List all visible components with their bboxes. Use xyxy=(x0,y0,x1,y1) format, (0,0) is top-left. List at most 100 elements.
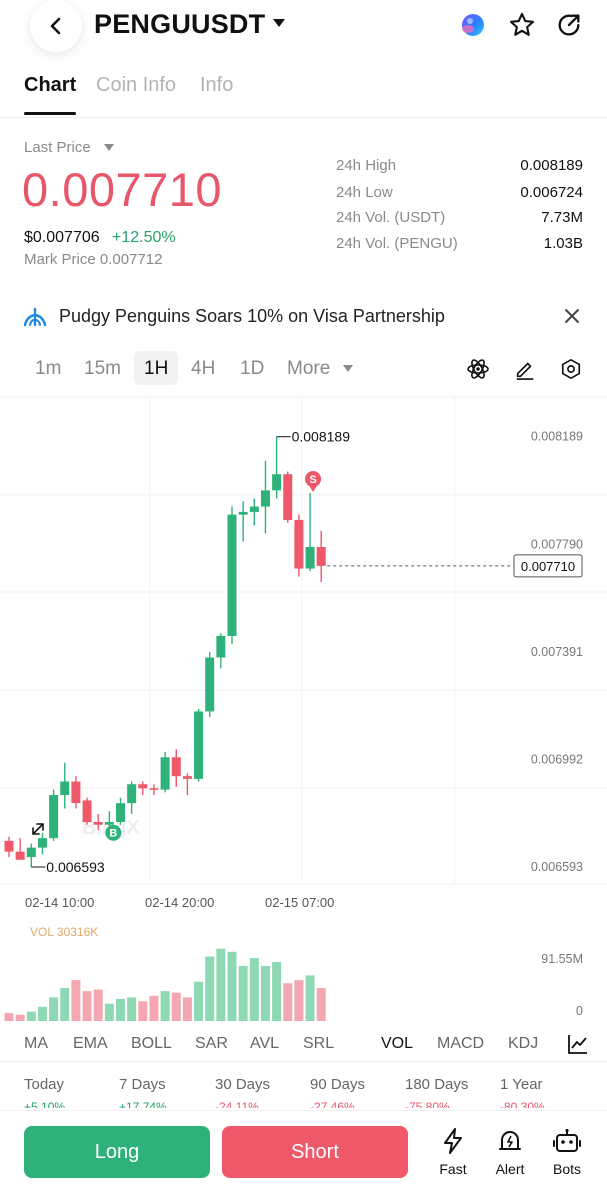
volume-bar xyxy=(249,958,259,1021)
candle-body xyxy=(60,781,70,796)
perf-value-1y: -80.30% xyxy=(500,1100,545,1108)
timeframe-1d[interactable]: 1D xyxy=(240,358,264,380)
volume-bar xyxy=(93,989,103,1021)
chevron-left-icon xyxy=(50,17,61,35)
volume-bar xyxy=(182,997,192,1021)
indicator-srl[interactable]: SRL xyxy=(303,1035,334,1053)
back-button[interactable] xyxy=(30,0,82,52)
volume-bar xyxy=(171,992,181,1021)
candle-body xyxy=(138,784,148,789)
candle-body xyxy=(294,520,304,569)
volume-bar xyxy=(260,965,270,1021)
volume-bar xyxy=(15,1014,25,1021)
perf-label-7d: 7 Days xyxy=(119,1076,166,1093)
candle-body xyxy=(194,711,204,779)
volume-bar xyxy=(194,981,204,1021)
last-price-label[interactable]: Last Price xyxy=(24,139,91,156)
volume-bar xyxy=(4,1013,14,1021)
perf-value-30d: -24.11% xyxy=(215,1100,259,1108)
candlestick-chart[interactable]: BingX0.0081890.0077900.0073910.0069920.0… xyxy=(0,396,607,886)
volume-bar xyxy=(283,983,293,1021)
pencil-draw-icon[interactable] xyxy=(512,356,538,382)
tab-coin-info[interactable]: Coin Info xyxy=(96,74,176,97)
tab-info[interactable]: Info xyxy=(200,74,233,97)
indicator-ma[interactable]: MA xyxy=(24,1035,48,1053)
bots-label: Bots xyxy=(552,1161,581,1177)
candle-body xyxy=(160,757,170,790)
indicator-bar: MA EMA BOLL SAR AVL SRL VOL MACD KDJ xyxy=(0,1030,607,1062)
expand-icon[interactable] xyxy=(32,823,44,835)
stat-label-24h-vol-usdt: 24h Vol. (USDT) xyxy=(336,209,446,226)
indicator-vol[interactable]: VOL xyxy=(381,1035,413,1053)
volume-bar xyxy=(60,987,70,1021)
indicator-sar[interactable]: SAR xyxy=(195,1035,228,1053)
y-axis-tick-label: 0.007790 xyxy=(531,537,583,551)
header: PENGUUSDT xyxy=(0,0,607,60)
candle-body xyxy=(182,776,192,779)
alert-button[interactable]: Alert xyxy=(485,1125,535,1177)
usd-price: $0.007706 xyxy=(24,229,100,246)
alert-label: Alert xyxy=(495,1161,525,1177)
timeframe-15m[interactable]: 15m xyxy=(84,358,121,380)
indicator-avl[interactable]: AVL xyxy=(250,1035,279,1053)
indicator-boll[interactable]: BOLL xyxy=(131,1035,172,1053)
timeframe-more[interactable]: More xyxy=(287,358,330,380)
volume-bar xyxy=(71,980,81,1021)
candle-body xyxy=(127,784,137,804)
short-button[interactable]: Short xyxy=(222,1126,408,1178)
volume-bar xyxy=(238,965,248,1021)
volume-bar xyxy=(160,991,170,1021)
caret-down-icon[interactable] xyxy=(343,365,353,372)
volume-bar xyxy=(116,998,125,1021)
star-icon[interactable] xyxy=(507,10,537,40)
fast-trade-button[interactable]: Fast xyxy=(428,1125,478,1177)
volume-bar xyxy=(37,1006,47,1021)
candle-body xyxy=(37,838,47,848)
perf-label-90d: 90 Days xyxy=(310,1076,366,1093)
volume-bar xyxy=(138,1001,148,1021)
indicator-atom-icon[interactable] xyxy=(465,356,491,382)
indicator-ema[interactable]: EMA xyxy=(73,1035,108,1053)
candle-body xyxy=(116,803,125,822)
stat-value-24h-vol-usdt: 7.73M xyxy=(541,209,583,226)
stat-value-24h-vol-pengu: 1.03B xyxy=(543,235,583,252)
caret-down-icon[interactable] xyxy=(104,144,114,151)
candle-body xyxy=(26,847,36,858)
buy-marker-label: B xyxy=(109,828,117,840)
pair-title[interactable]: PENGUUSDT xyxy=(94,9,265,40)
indicator-settings-icon[interactable] xyxy=(566,1032,590,1056)
tab-chart[interactable]: Chart xyxy=(24,74,76,97)
timeframe-1h[interactable]: 1H xyxy=(144,358,168,380)
volume-bar xyxy=(104,1003,114,1021)
volume-bar xyxy=(272,962,282,1021)
candle-body xyxy=(316,546,326,566)
caret-down-icon[interactable] xyxy=(272,18,286,28)
share-icon[interactable] xyxy=(554,10,584,40)
x-axis-tick-label: 02-15 07:00 xyxy=(265,895,335,910)
indicator-kdj[interactable]: KDJ xyxy=(508,1035,538,1053)
long-button[interactable]: Long xyxy=(24,1126,210,1178)
candle-body xyxy=(249,506,259,512)
news-headline[interactable]: Pudgy Penguins Soars 10% on Visa Partner… xyxy=(59,306,445,327)
price-chart[interactable]: BingX0.0081890.0077900.0073910.0069920.0… xyxy=(0,396,607,886)
indicator-macd[interactable]: MACD xyxy=(437,1035,484,1053)
volume-bar xyxy=(82,991,92,1021)
y-axis-tick-label: 0.006992 xyxy=(531,752,583,766)
timeframe-bar: 1m 15m 1H 4H 1D More xyxy=(0,350,607,390)
robot-icon xyxy=(553,1128,581,1152)
timeframe-1m[interactable]: 1m xyxy=(35,358,61,380)
ai-orb-icon[interactable] xyxy=(458,10,488,40)
settings-hex-icon[interactable] xyxy=(558,356,584,382)
timeframe-4h[interactable]: 4H xyxy=(191,358,215,380)
volume-tick-label: 0 xyxy=(576,1004,583,1018)
close-icon[interactable] xyxy=(562,306,582,326)
news-banner[interactable]: Pudgy Penguins Soars 10% on Visa Partner… xyxy=(0,300,607,334)
stat-label-24h-vol-pengu: 24h Vol. (PENGU) xyxy=(336,235,458,252)
candle-body xyxy=(238,511,248,515)
performance-bar: Today +5.10% 7 Days +17.74% 30 Days -24.… xyxy=(0,1072,607,1108)
bots-button[interactable]: Bots xyxy=(542,1125,592,1177)
perf-value-180d: -75.80% xyxy=(405,1100,450,1108)
low-marker-label: 0.006593 xyxy=(46,859,105,875)
volume-bar xyxy=(26,1011,36,1021)
candle-body xyxy=(305,546,315,569)
